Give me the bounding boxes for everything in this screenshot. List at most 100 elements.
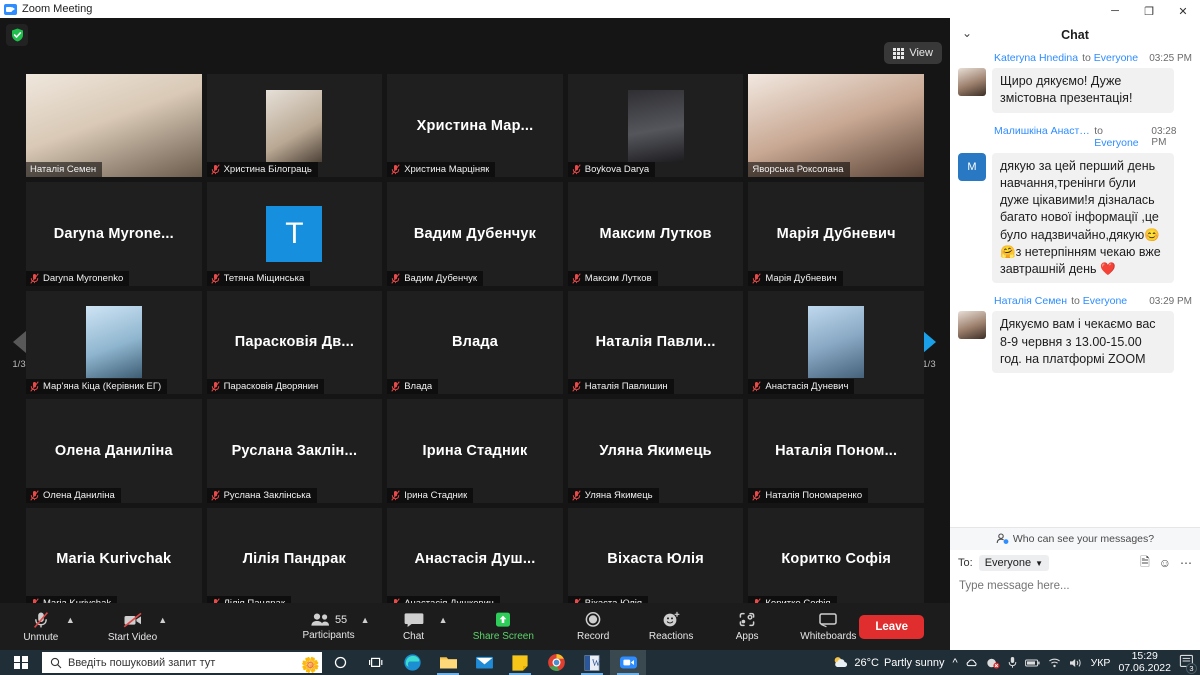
volume-icon[interactable] — [1069, 657, 1083, 669]
apps-button[interactable]: Apps — [723, 603, 771, 650]
collapse-chevron-icon[interactable]: ⌄ — [962, 26, 972, 40]
participant-tile[interactable]: Анастасія Душ...Анастасія Душкевич — [387, 507, 563, 611]
cortana-button[interactable] — [322, 650, 358, 675]
close-button[interactable]: ✕ — [1166, 0, 1200, 22]
participant-name-bar: Христина Марціняк — [387, 162, 496, 178]
participant-tile[interactable]: Олена Даниліна Олена Даниліна — [26, 399, 202, 503]
maximize-button[interactable]: ❐ — [1132, 0, 1166, 22]
participant-tile[interactable]: Руслана Заклін... Руслана Заклінська — [206, 399, 383, 503]
participant-name-label: Boykova Darya — [584, 164, 650, 176]
participant-tile[interactable]: Вадим Дубенчук Вадим Дубенчук — [387, 182, 563, 286]
apps-icon — [739, 612, 755, 627]
taskbar-word-icon[interactable]: W — [574, 650, 610, 675]
start-video-button[interactable]: Start Video — [108, 603, 157, 650]
participant-tile[interactable]: Парасковія Дв... Парасковія Дворянин — [206, 290, 383, 395]
participant-tile[interactable]: Яворська Роксолана — [748, 74, 924, 178]
participant-tile[interactable]: Христина Мар... Христина Марціняк — [387, 74, 563, 178]
participant-name-bar: Ірина Стадник — [387, 487, 474, 503]
microphone-tray-icon[interactable] — [1008, 656, 1017, 669]
chat-options-chevron-icon[interactable]: ▲ — [439, 615, 448, 625]
who-can-see-messages-button[interactable]: Who can see your messages? — [950, 528, 1200, 550]
chat-button[interactable]: Chat — [390, 603, 438, 650]
unmute-button[interactable]: Unmute — [17, 603, 65, 650]
participant-tile[interactable]: Віхаста ЮліяВіхаста Юлія — [567, 507, 744, 611]
chat-panel: ─ ❐ ✕ ⌄ Chat Kateryna Hnedina to Everyone… — [950, 0, 1200, 650]
recipient-dropdown[interactable]: Everyone ▼ — [978, 555, 1050, 571]
participant-display-name: Христина Мар... — [416, 117, 534, 134]
participant-tile[interactable]: Лілія ПандракЛілія Пандрак — [206, 507, 383, 611]
clock[interactable]: 15:29 07.06.2022 — [1118, 650, 1171, 674]
participant-name-label: Наталія Семен — [30, 164, 97, 176]
participant-tile[interactable]: Наталія Семен — [26, 74, 202, 178]
participant-tile[interactable]: Марія Дубневич Марія Дубневич — [748, 182, 924, 286]
notifications-button[interactable]: 3 — [1179, 654, 1197, 674]
chat-message-recipient: to Everyone — [1094, 124, 1139, 149]
record-label: Record — [577, 631, 610, 642]
task-view-button[interactable] — [358, 650, 394, 675]
encryption-shield-icon[interactable] — [6, 24, 28, 46]
chat-message-input[interactable] — [950, 578, 1200, 594]
chat-message-avatar — [958, 311, 986, 340]
onedrive-icon[interactable] — [966, 657, 978, 669]
tray-expand-chevron-icon[interactable]: ^ — [952, 657, 957, 669]
wifi-icon[interactable] — [1048, 657, 1061, 668]
participants-options-chevron-icon[interactable]: ▲ — [361, 615, 370, 625]
participant-tile[interactable]: Наталія Павли... Наталія Павлишин — [567, 290, 744, 395]
emoji-icon[interactable]: ☺ — [1159, 556, 1171, 570]
taskbar-sticky-notes-icon[interactable] — [502, 650, 538, 675]
battery-icon[interactable] — [1024, 658, 1040, 668]
audio-options-chevron-icon[interactable]: ▲ — [66, 615, 75, 625]
participant-tile[interactable]: Христина Білограць — [206, 74, 383, 178]
language-indicator[interactable]: УКР — [1091, 657, 1111, 669]
participant-name-bar: Наталія Павлишин — [567, 379, 674, 395]
participant-tile[interactable]: Boykova Darya — [567, 74, 744, 178]
participants-label: Participants — [302, 630, 355, 641]
taskbar-file-explorer-icon[interactable] — [430, 650, 466, 675]
chat-message-header: Kateryna Hnedina to Everyone 03:25 PM — [958, 52, 1192, 64]
whiteboards-button[interactable]: Whiteboards — [797, 603, 859, 650]
weather-widget[interactable]: 26°C Partly sunny — [832, 655, 944, 670]
unmute-label: Unmute — [23, 632, 59, 643]
participant-tile[interactable]: Daryna Myrone... Daryna Myronenko — [26, 182, 202, 286]
participant-tile[interactable]: Влада Влада — [387, 290, 563, 395]
participant-tile[interactable]: Maria KurivchakMaria Kurivchak — [26, 507, 202, 611]
participant-display-name: Влада — [451, 334, 498, 351]
chat-message-list[interactable]: Kateryna Hnedina to Everyone 03:25 PM Щиро … — [950, 48, 1200, 527]
whiteboard-icon — [819, 613, 838, 628]
participant-tile[interactable]: Ірина Стадник Ірина Стадник — [387, 399, 563, 503]
zoom-app-icon — [4, 3, 17, 15]
more-options-icon[interactable]: ⋯ — [1180, 556, 1192, 570]
chat-message-sender: Kateryna Hnedina — [994, 52, 1079, 64]
participant-tile[interactable]: Максим Лутков Максим Лутков — [567, 182, 744, 286]
participant-display-name: Олена Даниліна — [54, 442, 173, 459]
start-button[interactable] — [0, 650, 42, 675]
whiteboards-label: Whiteboards — [800, 631, 857, 642]
participant-tile[interactable]: Коритко СофіяКоритко Софія — [748, 507, 924, 611]
participant-profile-photo — [808, 306, 865, 379]
participant-tile[interactable]: Уляна Якимець Уляна Якимець — [567, 399, 744, 503]
participant-tile[interactable]: Мар'яна Кіца (Керівник ЕГ) — [26, 290, 202, 395]
file-attach-icon[interactable]: 🗎 — [1140, 553, 1150, 574]
taskbar-mail-icon[interactable] — [466, 650, 502, 675]
view-button[interactable]: View — [884, 42, 942, 64]
svg-text:W: W — [592, 658, 601, 668]
meeting-toolbar: Unmute ▲ Start Video ▲ 55 Participants ▲… — [0, 603, 950, 650]
participant-name-label: Наталія Павлишин — [584, 381, 668, 393]
sound-muted-icon[interactable] — [986, 657, 1000, 669]
minimize-button[interactable]: ─ — [1098, 0, 1132, 22]
video-options-chevron-icon[interactable]: ▲ — [158, 615, 167, 625]
taskbar-zoom-icon[interactable] — [610, 650, 646, 675]
participant-tile[interactable]: Наталія Поном... Наталія Пономаренко — [748, 399, 924, 503]
participant-tile[interactable]: Т Тетяна Міщинська — [206, 182, 383, 286]
taskbar-search-input[interactable]: Введіть пошуковий запит тут 🌼 — [42, 652, 322, 673]
participant-tile[interactable]: Анастасія Дуневич — [748, 290, 924, 395]
participants-button[interactable]: 55 Participants — [298, 603, 360, 650]
record-button[interactable]: Record — [569, 603, 617, 650]
reactions-button[interactable]: Reactions — [647, 603, 695, 650]
muted-mic-icon — [572, 164, 581, 176]
leave-button[interactable]: Leave — [859, 614, 924, 639]
taskbar-edge-icon[interactable] — [394, 650, 430, 675]
taskbar-chrome-icon[interactable] — [538, 650, 574, 675]
share-screen-button[interactable]: Share Screen — [469, 603, 537, 650]
privacy-person-icon — [996, 533, 1009, 544]
